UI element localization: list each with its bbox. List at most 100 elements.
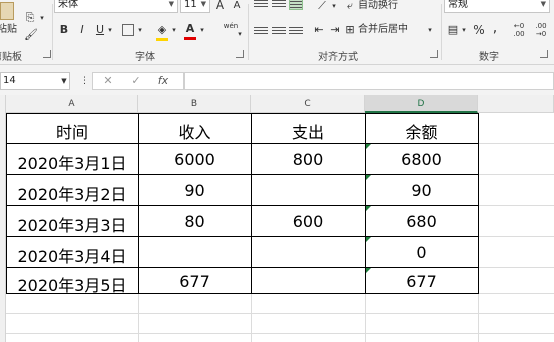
- column-header-c[interactable]: C: [251, 95, 365, 113]
- cell-income[interactable]: 90: [138, 181, 251, 200]
- accounting-dropdown-icon[interactable]: ▾: [460, 22, 468, 38]
- comma-style-button[interactable]: ,: [490, 20, 500, 36]
- font-launcher-icon[interactable]: [236, 50, 244, 58]
- worksheet-grid[interactable]: A B C D 时间 收入 支出 余额 2020年3月1日 6000 800 6…: [0, 95, 554, 342]
- name-box-dropdown-icon[interactable]: ▼: [60, 73, 68, 89]
- header-cell-income[interactable]: 收入: [138, 119, 251, 143]
- paste-button[interactable]: 粘贴: [0, 22, 18, 38]
- number-format-select[interactable]: 常规 ▼: [444, 0, 550, 13]
- decrease-indent-icon[interactable]: ⇤: [312, 22, 326, 38]
- borders-dropdown-icon[interactable]: ▾: [136, 22, 144, 38]
- orientation-icon[interactable]: ⟋: [314, 0, 330, 14]
- fill-color-icon[interactable]: ◈: [156, 22, 168, 41]
- increase-indent-icon[interactable]: ⇥: [328, 22, 342, 38]
- alignment-group-label: 对齐方式: [318, 52, 358, 63]
- align-middle-icon[interactable]: [272, 0, 286, 10]
- cell-expense[interactable]: 800: [251, 150, 365, 169]
- decrease-font-size-button[interactable]: A: [232, 0, 242, 14]
- alignment-launcher-icon[interactable]: [430, 50, 438, 58]
- cell-date[interactable]: 2020年3月4日: [6, 243, 138, 267]
- decrease-decimal-button[interactable]: .00 →0: [532, 22, 550, 38]
- gridline: [6, 333, 554, 334]
- font-size-value: 11: [184, 0, 197, 10]
- cell-date[interactable]: 2020年3月1日: [6, 150, 138, 174]
- chevron-down-icon: ▼: [200, 0, 206, 8]
- number-launcher-icon[interactable]: [540, 50, 548, 58]
- underline-dropdown-icon[interactable]: ▾: [106, 22, 114, 38]
- cell-income[interactable]: 6000: [138, 150, 251, 169]
- error-indicator-icon[interactable]: [366, 237, 371, 242]
- copy-icon[interactable]: ⎘: [24, 10, 36, 26]
- clipboard-launcher-icon[interactable]: [43, 50, 51, 58]
- table-border: [478, 113, 479, 294]
- gridline: [365, 293, 366, 342]
- paste-icon[interactable]: [0, 2, 14, 20]
- font-color-dropdown-icon[interactable]: ▾: [198, 22, 206, 38]
- clipboard-group-label: 剪贴板: [0, 52, 22, 63]
- cell-balance[interactable]: 0: [365, 243, 478, 262]
- column-header-a[interactable]: A: [6, 95, 138, 113]
- phonetic-dropdown-icon[interactable]: ▾: [236, 26, 244, 42]
- column-header-b[interactable]: B: [138, 95, 251, 113]
- error-indicator-icon[interactable]: [366, 175, 371, 180]
- font-name-select[interactable]: 宋体 ▼: [54, 0, 178, 13]
- gridline: [478, 293, 554, 294]
- table-border: [6, 113, 478, 114]
- cell-income[interactable]: 80: [138, 212, 251, 231]
- header-cell-expense[interactable]: 支出: [251, 119, 365, 143]
- font-size-select[interactable]: 11 ▼: [180, 0, 210, 13]
- insert-function-button[interactable]: fx: [155, 73, 171, 89]
- merge-center-button[interactable]: 合并后居中: [358, 23, 408, 37]
- italic-button[interactable]: I: [76, 22, 88, 38]
- format-painter-icon[interactable]: 🖌: [24, 27, 38, 43]
- cell-balance[interactable]: 677: [365, 272, 478, 291]
- table-border: [6, 205, 478, 206]
- header-cell-balance[interactable]: 余额: [365, 119, 478, 143]
- cell-date[interactable]: 2020年3月5日: [6, 272, 138, 296]
- gridline: [251, 293, 252, 342]
- fill-color-dropdown-icon[interactable]: ▾: [170, 22, 178, 38]
- more-options-icon[interactable]: ⋮: [80, 73, 89, 89]
- formula-input[interactable]: [184, 72, 554, 90]
- separator: [248, 4, 249, 60]
- error-indicator-icon[interactable]: [366, 144, 371, 149]
- header-cell-time[interactable]: 时间: [6, 119, 138, 143]
- table-border: [6, 174, 478, 175]
- cell-balance[interactable]: 90: [365, 181, 478, 200]
- formula-bar: 14 ▼ ⋮ ✕ ✓ fx: [0, 65, 554, 95]
- enter-icon[interactable]: ✓: [129, 73, 143, 89]
- wrap-text-button[interactable]: 自动换行: [358, 0, 398, 13]
- accounting-format-icon[interactable]: ▤: [446, 22, 460, 38]
- error-indicator-icon[interactable]: [366, 206, 371, 211]
- increase-font-size-button[interactable]: A: [214, 0, 226, 13]
- gridline: [478, 143, 554, 144]
- cell-expense[interactable]: 600: [251, 212, 365, 231]
- orientation-dropdown-icon[interactable]: ▾: [330, 0, 338, 14]
- merge-center-icon[interactable]: ⊞: [344, 22, 356, 38]
- column-header-d[interactable]: D: [365, 95, 478, 113]
- wrap-text-icon[interactable]: ⤶: [344, 0, 356, 14]
- cell-date[interactable]: 2020年3月2日: [6, 181, 138, 205]
- cell-income[interactable]: 677: [138, 272, 251, 291]
- bold-button[interactable]: B: [58, 22, 70, 38]
- align-right-icon[interactable]: [289, 25, 303, 37]
- align-left-icon[interactable]: [254, 25, 268, 37]
- copy-dropdown-icon[interactable]: ▾: [38, 10, 46, 26]
- error-indicator-icon[interactable]: [366, 268, 371, 273]
- align-center-icon[interactable]: [272, 25, 286, 37]
- font-color-button[interactable]: A: [184, 21, 196, 40]
- underline-button[interactable]: U: [94, 22, 106, 38]
- merge-dropdown-icon[interactable]: ▾: [426, 22, 434, 38]
- cell-date[interactable]: 2020年3月3日: [6, 212, 138, 236]
- align-top-icon[interactable]: [254, 0, 268, 10]
- formula-buttons: ✕ ✓ fx: [92, 72, 184, 90]
- cancel-icon[interactable]: ✕: [101, 73, 115, 89]
- gridline: [478, 236, 554, 237]
- column-header-e[interactable]: [478, 95, 554, 113]
- borders-icon[interactable]: [122, 24, 134, 36]
- increase-decimal-button[interactable]: ←0.00: [510, 22, 528, 38]
- cell-balance[interactable]: 6800: [365, 150, 478, 169]
- cell-balance[interactable]: 680: [365, 212, 478, 231]
- align-bottom-icon[interactable]: [289, 0, 303, 10]
- percent-style-button[interactable]: %: [472, 22, 486, 38]
